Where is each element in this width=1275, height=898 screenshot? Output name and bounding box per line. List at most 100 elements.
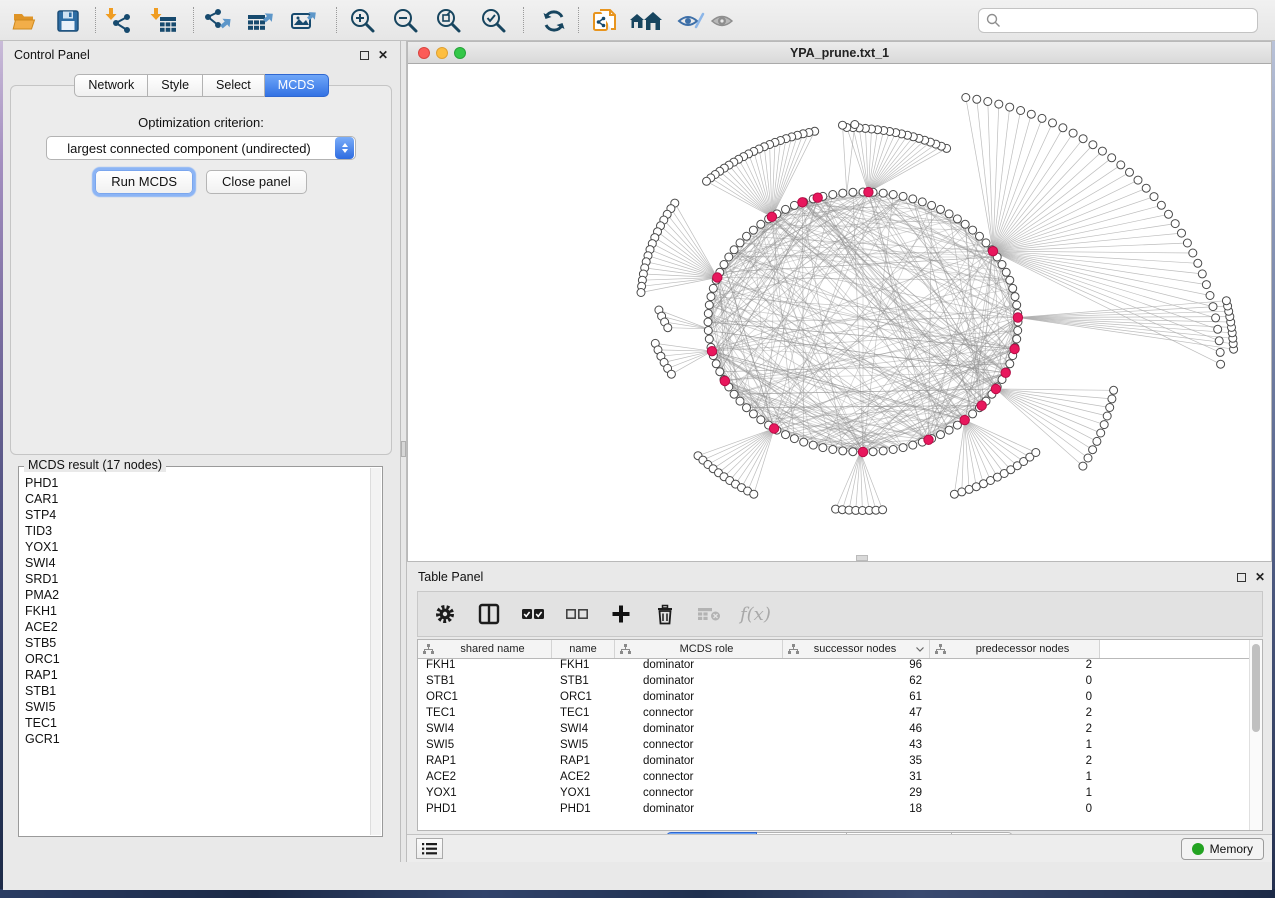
graph-node[interactable] [937, 205, 945, 213]
graph-node[interactable] [709, 284, 717, 292]
refresh-icon[interactable] [537, 7, 571, 34]
import-network-icon[interactable] [101, 7, 135, 34]
graph-node-dominator[interactable] [1001, 368, 1010, 377]
mcds-result-item[interactable]: TEC1 [25, 715, 368, 731]
graph-node[interactable] [879, 189, 887, 197]
houses-icon[interactable] [629, 7, 663, 34]
graph-node[interactable] [839, 189, 847, 197]
graph-node[interactable] [1084, 454, 1092, 462]
table-row[interactable]: ORC1ORC1dominator610 [418, 691, 1262, 707]
graph-node[interactable] [1126, 168, 1134, 176]
table-row[interactable]: TEC1TEC1connector472 [418, 707, 1262, 723]
graph-node[interactable] [1093, 437, 1101, 445]
memory-button[interactable]: Memory [1181, 838, 1264, 860]
graph-node[interactable] [1212, 314, 1220, 322]
graph-node[interactable] [969, 410, 977, 418]
graph-node[interactable] [1178, 229, 1186, 237]
graph-node[interactable] [1214, 325, 1222, 333]
graph-node-dominator[interactable] [713, 273, 722, 282]
table-row[interactable]: STB1STB1dominator620 [418, 675, 1262, 691]
graph-node[interactable] [736, 239, 744, 247]
graph-node[interactable] [704, 318, 712, 326]
graph-node[interactable] [667, 370, 675, 378]
graph-node[interactable] [703, 177, 711, 185]
graph-node[interactable] [869, 448, 877, 456]
graph-node[interactable] [1006, 103, 1014, 111]
graph-node[interactable] [720, 261, 728, 269]
graph-node[interactable] [730, 246, 738, 254]
graph-node[interactable] [1009, 284, 1017, 292]
graph-node[interactable] [982, 239, 990, 247]
column-header-predecessor-nodes[interactable]: predecessor nodes [930, 640, 1100, 658]
hide-graphics-details-icon[interactable] [674, 7, 708, 34]
deselect-all-checkboxes-icon[interactable] [564, 601, 590, 627]
graph-node-dominator[interactable] [707, 347, 716, 356]
zoom-fit-icon[interactable] [432, 7, 466, 34]
graph-node[interactable] [969, 226, 977, 234]
graph-node[interactable] [918, 198, 926, 206]
mcds-result-scrollbar[interactable] [370, 468, 381, 835]
graph-node[interactable] [705, 301, 713, 309]
graph-node[interactable] [1027, 110, 1035, 118]
graph-node[interactable] [1100, 421, 1108, 429]
table-row[interactable]: YOX1YOX1connector291 [418, 787, 1262, 803]
graph-node[interactable] [704, 310, 712, 318]
graph-node[interactable] [705, 335, 713, 343]
graph-node[interactable] [1189, 249, 1197, 257]
graph-node[interactable] [851, 121, 859, 129]
mcds-result-item[interactable]: ACE2 [25, 619, 368, 635]
graph-node[interactable] [1011, 293, 1019, 301]
graph-node[interactable] [1209, 303, 1217, 311]
table-row[interactable]: RAP1RAP1dominator352 [418, 755, 1262, 771]
clone-network-icon[interactable] [588, 7, 622, 34]
graph-node[interactable] [984, 98, 992, 106]
show-panel-list-button[interactable] [416, 838, 443, 859]
column-header-mcds-role[interactable]: MCDS role [615, 640, 783, 658]
select-all-checkboxes-icon[interactable] [520, 601, 546, 627]
graph-node-dominator[interactable] [1013, 313, 1022, 322]
graph-node[interactable] [730, 390, 738, 398]
graph-node-dominator[interactable] [1010, 344, 1019, 353]
graph-node[interactable] [1216, 348, 1224, 356]
mcds-result-item[interactable]: SWI5 [25, 699, 368, 715]
graph-node[interactable] [637, 289, 645, 297]
float-panel-icon[interactable] [1237, 573, 1246, 582]
mcds-result-item[interactable]: STB5 [25, 635, 368, 651]
column-header-name[interactable]: name [552, 640, 615, 658]
show-graphics-details-icon[interactable] [706, 7, 740, 34]
graph-node[interactable] [961, 220, 969, 228]
graph-node[interactable] [1098, 147, 1106, 155]
tab-mcds[interactable]: MCDS [265, 74, 329, 97]
mcds-result-list[interactable]: PHD1CAR1STP4TID3YOX1SWI4SRD1PMA2FKH1ACE2… [25, 475, 368, 832]
graph-node[interactable] [945, 210, 953, 218]
graph-node[interactable] [664, 324, 672, 332]
graph-node[interactable] [749, 410, 757, 418]
graph-node[interactable] [809, 441, 817, 449]
graph-node[interactable] [829, 191, 837, 199]
graph-node[interactable] [1108, 154, 1116, 162]
graph-node[interactable] [1002, 268, 1010, 276]
graph-node[interactable] [757, 416, 765, 424]
mcds-result-item[interactable]: SWI4 [25, 555, 368, 571]
graph-node[interactable] [757, 220, 765, 228]
graph-node-dominator[interactable] [960, 415, 969, 424]
graph-node[interactable] [1217, 360, 1225, 368]
add-row-icon[interactable] [608, 601, 634, 627]
graph-node[interactable] [899, 192, 907, 200]
import-table-icon[interactable] [146, 7, 180, 34]
splitter-grip[interactable] [401, 441, 406, 457]
column-header-successor-nodes[interactable]: successor nodes [783, 640, 930, 658]
show-columns-icon[interactable] [476, 601, 502, 627]
table-row[interactable]: PHD1PHD1dominator180 [418, 803, 1262, 819]
graph-node[interactable] [958, 488, 966, 496]
graph-node-dominator[interactable] [813, 193, 822, 202]
graph-node[interactable] [995, 100, 1003, 108]
zoom-in-icon[interactable] [346, 7, 380, 34]
graph-node[interactable] [1142, 184, 1150, 192]
horizontal-splitter-grip[interactable] [856, 555, 868, 561]
graph-node[interactable] [1089, 446, 1097, 454]
mcds-result-item[interactable]: PMA2 [25, 587, 368, 603]
graph-node[interactable] [1089, 141, 1097, 149]
graph-node[interactable] [909, 441, 917, 449]
float-panel-icon[interactable] [360, 51, 369, 60]
